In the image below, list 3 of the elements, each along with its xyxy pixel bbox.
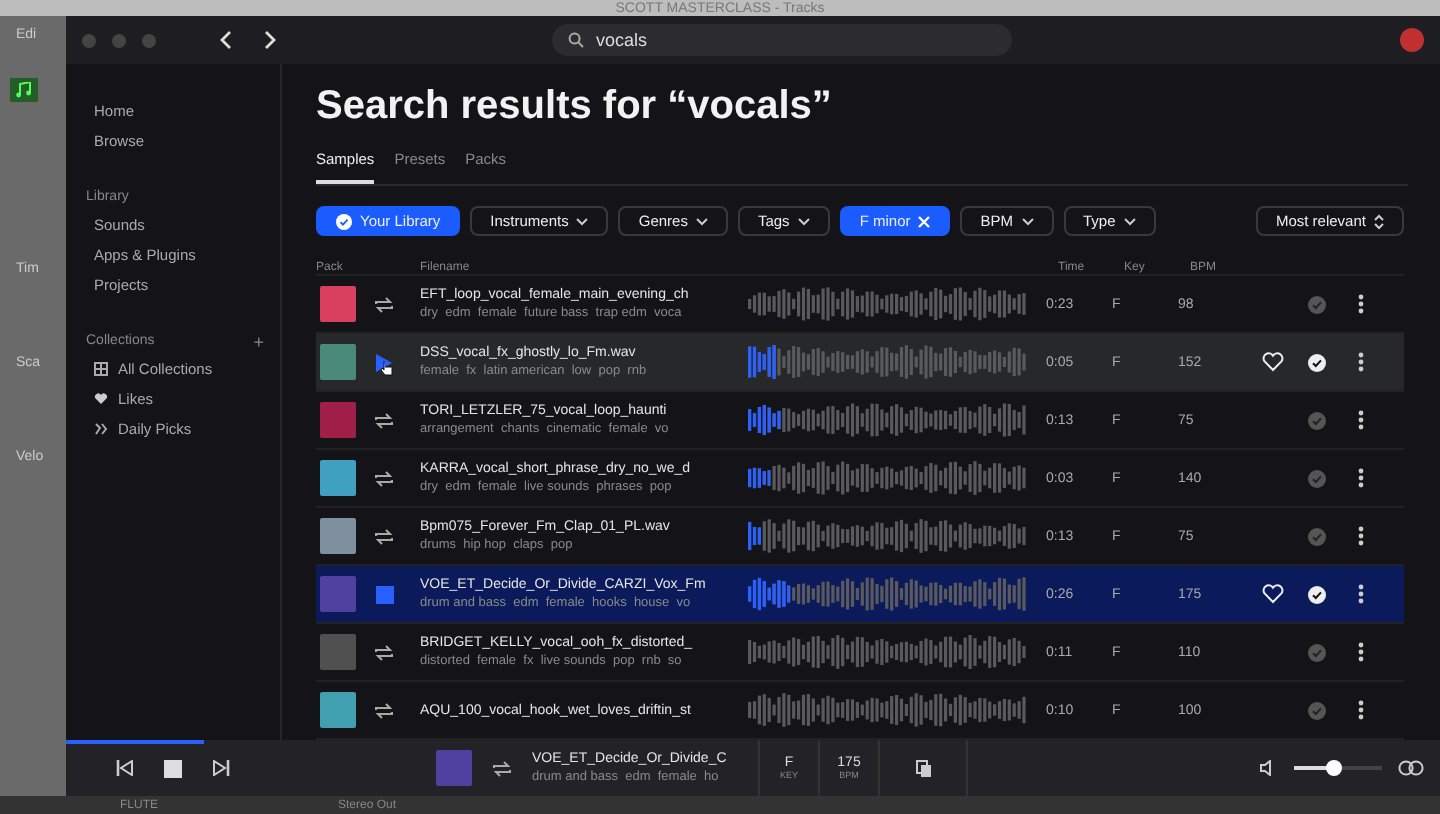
add-button[interactable]: + bbox=[253, 331, 264, 351]
page-title: Search results for “vocals” bbox=[316, 84, 834, 130]
search-field[interactable]: vocals bbox=[552, 24, 1012, 56]
